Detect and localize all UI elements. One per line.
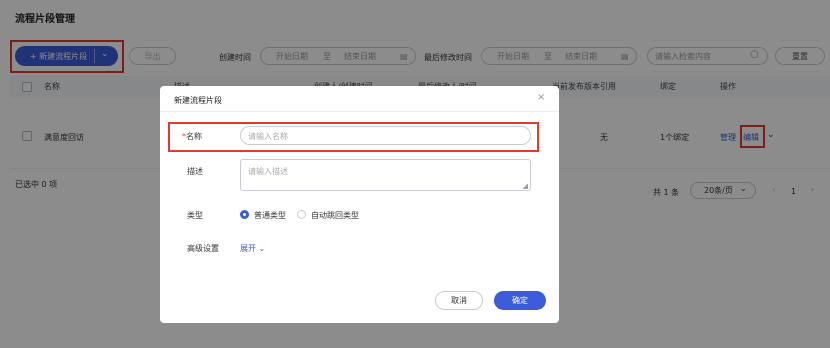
radio-auto-return-type[interactable] xyxy=(297,210,306,219)
expand-label: 展开 xyxy=(240,244,256,253)
description-placeholder: 请输入描述 xyxy=(248,167,288,176)
confirm-button[interactable]: 确定 xyxy=(494,291,546,310)
radio-normal-label: 普通类型 xyxy=(254,211,286,220)
page: 流程片段管理 + 新建流程片段 ⌄ 导出 创建时间 开始日期 至 结束日期 ▤ … xyxy=(0,0,830,348)
dialog-divider xyxy=(160,111,559,112)
new-fragment-dialog: 新建流程片段 × *名称 请输入名称 描述 请输入描述 ◢ 类型 普通类型 自动… xyxy=(160,86,559,323)
radio-auto-return-label: 自动跳回类型 xyxy=(311,211,359,220)
cancel-button[interactable]: 取消 xyxy=(435,291,483,310)
advanced-settings-label: 高级设置 xyxy=(187,244,219,253)
cancel-label: 取消 xyxy=(451,296,467,305)
type-label: 类型 xyxy=(187,211,203,220)
resize-handle-icon: ◢ xyxy=(522,182,528,190)
dialog-title: 新建流程片段 xyxy=(174,96,222,105)
radio-normal-type[interactable] xyxy=(240,210,249,219)
close-icon[interactable]: × xyxy=(537,92,545,103)
description-label: 描述 xyxy=(187,167,203,176)
description-textarea[interactable]: 请输入描述 ◢ xyxy=(240,159,531,191)
chevron-down-icon: ⌄ xyxy=(258,244,266,253)
confirm-label: 确定 xyxy=(512,296,528,305)
highlight-name-field xyxy=(168,122,539,152)
expand-advanced-link[interactable]: 展开 ⌄ xyxy=(240,243,265,254)
